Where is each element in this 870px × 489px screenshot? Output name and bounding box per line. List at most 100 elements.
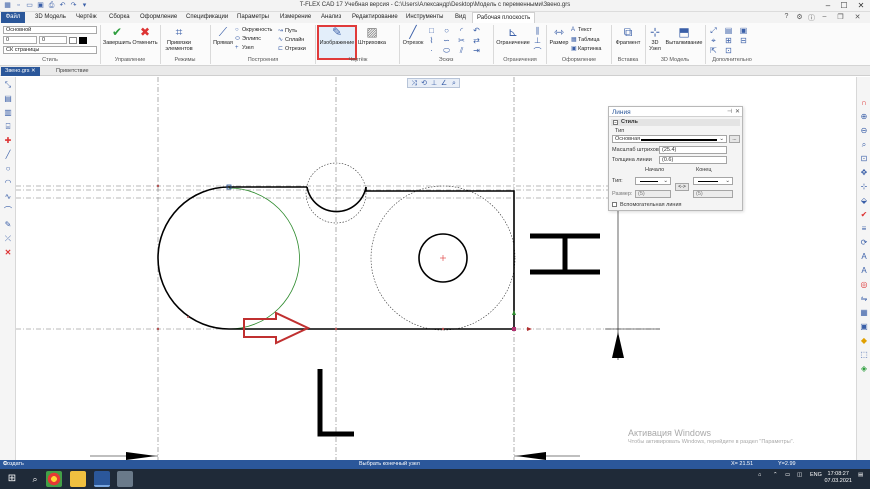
polyline-icon[interactable]: ⌇ [427,36,436,45]
node-button[interactable]: + Узел [235,45,254,51]
angle-toggle-icon[interactable]: ∠ [439,79,449,88]
filter-tool-icon[interactable]: ⌸ [2,121,14,133]
extra-tool-7-icon[interactable]: ⇱ [709,46,718,55]
text-button[interactable]: A Текст [571,27,592,33]
cube-view-icon[interactable]: ⬙ [858,195,870,207]
people-icon[interactable]: ⌂ [758,472,761,478]
check-view-icon[interactable]: ✔ [858,209,870,221]
picture-button[interactable]: ▣Картинка [571,45,601,52]
arc-icon[interactable]: ◜ [457,26,466,35]
align-view-icon[interactable]: ≡ [858,223,870,235]
network-icon[interactable]: ▭ [785,472,790,478]
end-size-input[interactable]: (5) [693,190,733,198]
ribbon-restore-icon[interactable]: ❐ [836,13,845,21]
maximize-button[interactable]: ☐ [836,0,852,12]
node-view-icon[interactable]: ⊹ [858,181,870,193]
ellipse-sketch-icon[interactable]: ⬭ [442,46,451,56]
start-arrow-select[interactable]: ⌄ [635,177,671,185]
menu-format[interactable]: Оформление [140,14,177,20]
windows-start-icon[interactable]: ⊞ [5,472,19,486]
line-type-select[interactable]: Основная ⌄ [612,135,727,143]
pin-icon[interactable]: ⊣ [727,108,732,115]
chrome-icon[interactable] [46,471,62,487]
extra-tool-1-icon[interactable]: ⤢ [709,26,718,36]
extra-tool-3-icon[interactable]: ▣ [739,26,748,35]
size-button[interactable]: ⇿ Размер [548,25,570,46]
panel-close-icon[interactable]: ✕ [735,108,740,115]
display-view-icon[interactable]: ▣ [858,321,870,333]
node-marker[interactable] [512,327,516,331]
line-button[interactable]: ⟋ Прямая [212,25,234,46]
spline-sketch-icon[interactable]: ∽ [442,36,451,45]
level-spinner-2[interactable]: 0 [39,36,67,44]
line-type-more-button[interactable]: ... [729,135,740,143]
fillet-icon[interactable]: ↶ [472,26,481,35]
menu-3d-model[interactable]: 3D Модель [35,14,66,20]
layer-select[interactable]: Основной [3,26,97,34]
cancel-button[interactable]: ✖ Отменить [132,25,158,46]
close-button[interactable]: ✕ [853,0,869,12]
menu-specifications[interactable]: Спецификации [186,14,228,20]
extra-tool-2-icon[interactable]: ▤ [724,26,733,35]
extra-tool-4-icon[interactable]: ⌖ [709,36,718,46]
search-icon[interactable]: ⌕ [28,472,42,486]
tab-welcome[interactable]: Приветствие [52,67,93,76]
notification-icon[interactable]: ▤ [858,472,863,478]
menu-edit[interactable]: Редактирование [352,14,398,20]
render-view-icon[interactable]: ◈ [858,363,870,375]
pan-icon[interactable]: ✥ [858,167,870,179]
point-icon[interactable]: · [427,46,436,55]
color-swatch-black[interactable] [79,37,87,44]
pen-tool-icon[interactable]: ✎ [2,219,14,231]
trim-icon[interactable]: ✂ [457,36,466,45]
target-view-icon[interactable]: ◎ [858,279,870,291]
spline-tool-icon[interactable]: ∿ [2,191,14,203]
rotate-view-icon[interactable]: ⟳ [858,237,870,249]
select-tool-icon[interactable]: ⤡ [2,79,14,91]
magnet-icon[interactable]: ∩ [858,97,870,109]
mirror-icon[interactable]: ⇄ [472,36,481,45]
coordinate-system-select[interactable]: СК страницы [3,46,97,54]
scale-input[interactable]: (25.4) [659,146,727,154]
image-button[interactable]: ✎ Изображение [318,25,356,46]
node-3d-button[interactable]: ⊹ 3D Узел [647,25,663,52]
menu-parameters[interactable]: Параметры [237,14,269,20]
frame-view-icon[interactable]: ⬚ [858,349,870,361]
table-button[interactable]: ▦Таблица [571,36,600,43]
info-icon[interactable]: ⓘ [807,13,816,23]
delete-tool-icon[interactable]: ✕ [2,247,14,259]
text-view-icon[interactable]: A [858,251,870,263]
menu-workplane[interactable]: Рабочая плоскость [472,12,536,23]
circle-button[interactable]: ○ Окружность [235,27,272,33]
zoom-toggle-icon[interactable]: ⌕ [449,79,459,88]
tangent-icon[interactable]: ⌒ [533,46,542,57]
menu-drawing[interactable]: Чертёж [76,14,97,20]
style-section-header[interactable]: − Стиль [611,119,740,126]
language-indicator[interactable]: ENG [810,472,822,478]
menu-view[interactable]: Вид [455,14,466,20]
grid-view-icon[interactable]: ▦ [858,307,870,319]
app-icon[interactable] [117,471,133,487]
zoom-in-icon[interactable]: ⊕ [858,111,870,123]
zoom-window-icon[interactable]: ⌕ [858,139,870,151]
tflex-app-icon[interactable] [94,471,110,487]
layers-view-icon[interactable]: ◆ [858,335,870,347]
extrude-button[interactable]: ⬒ Выталкивание [665,25,703,46]
menu-analysis[interactable]: Анализ [321,14,341,20]
tray-chevron-icon[interactable]: ⌃ [773,472,778,478]
extra-tool-5-icon[interactable]: ⊞ [724,36,733,45]
swap-arrows-button[interactable]: <-> [675,183,689,191]
offset-icon[interactable]: ⫽ [457,46,466,56]
extra-tool-6-icon[interactable]: ⊟ [739,36,748,45]
aux-line-checkbox[interactable] [612,202,617,207]
ortho-toggle-icon[interactable]: ⊥ [429,79,439,88]
thickness-input[interactable]: (0.6) [659,156,727,164]
point-tool-icon[interactable]: ✚ [2,135,14,147]
clock[interactable]: 17:08:27 07.03.2021 [824,471,852,485]
hatch-button[interactable]: ▨ Штриховка [358,25,386,46]
extend-icon[interactable]: ⇥ [472,46,481,55]
parallel-icon[interactable]: ∥ [533,26,542,35]
segments-button[interactable]: ⊏ Отрезки [278,45,306,52]
segment-button[interactable]: ╱ Отрезок [401,25,425,46]
menu-tools[interactable]: Инструменты [406,14,443,20]
